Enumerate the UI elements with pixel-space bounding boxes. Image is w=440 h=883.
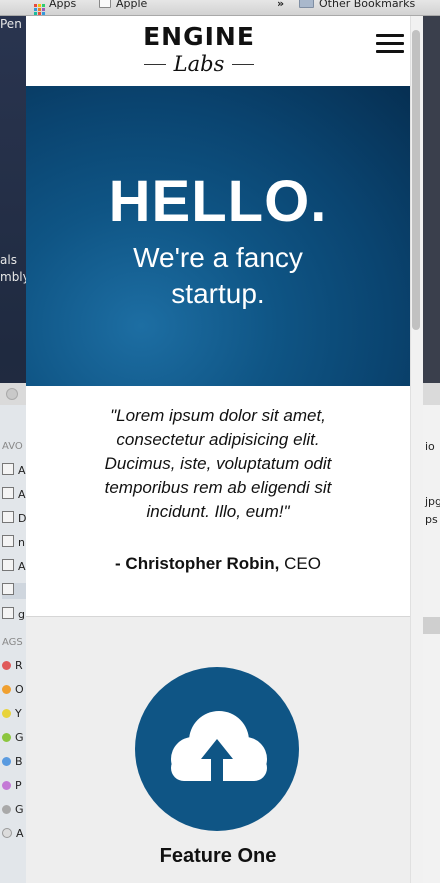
document-icon bbox=[2, 583, 14, 595]
bookmarks-overflow-button[interactable]: » bbox=[277, 0, 284, 10]
sidebar-item[interactable]: D bbox=[2, 511, 26, 525]
sidebar-item[interactable]: g bbox=[2, 607, 25, 621]
hero-title: HELLO. bbox=[108, 169, 328, 234]
file-name-fragment[interactable]: jpg bbox=[425, 495, 440, 508]
feature-title: Feature One bbox=[159, 845, 277, 867]
folder-icon bbox=[2, 463, 14, 475]
sidebar-item[interactable]: A bbox=[2, 559, 26, 573]
scrollbar-thumb[interactable] bbox=[412, 30, 420, 330]
logo-rule bbox=[232, 64, 254, 65]
testimonial-section: "Lorem ipsum dolor sit amet, consectetur… bbox=[26, 386, 410, 617]
bookmark-apps-label: Apps bbox=[49, 0, 77, 10]
tag-dot-icon bbox=[2, 805, 11, 814]
finder-sidebar: AVO A A D n A g AGS R O Y G B P G A bbox=[0, 405, 26, 883]
logo-script-row: Labs bbox=[138, 51, 260, 77]
quote-line: Ducimus, iste, voluptatum odit bbox=[104, 454, 332, 473]
browser-viewport: ENGINE Labs HELLO. We're a fancy startup… bbox=[26, 16, 410, 883]
testimonial-quote: "Lorem ipsum dolor sit amet, consectetur… bbox=[76, 404, 360, 524]
logo-rule bbox=[144, 64, 166, 65]
bookmark-apple[interactable]: Apple bbox=[99, 0, 147, 10]
quote-line: consectetur adipisicing elit. bbox=[116, 430, 320, 449]
site-header: ENGINE Labs bbox=[26, 16, 410, 86]
hero-subtitle: We're a fancy startup. bbox=[26, 240, 410, 312]
file-name-fragment[interactable]: io bbox=[425, 440, 435, 453]
testimonial-author: - Christopher Robin, CEO bbox=[26, 554, 410, 574]
tag-item[interactable]: A bbox=[2, 827, 24, 840]
logo-wordmark: ENGINE bbox=[143, 22, 255, 51]
site-logo[interactable]: ENGINE Labs bbox=[138, 24, 260, 80]
window-close-icon[interactable] bbox=[6, 388, 18, 400]
folder-icon bbox=[2, 607, 14, 619]
tag-dot-icon bbox=[2, 733, 11, 742]
quote-line: temporibus rem ab eligendi sit bbox=[104, 478, 332, 497]
tag-item[interactable]: Y bbox=[2, 707, 22, 720]
tag-item[interactable]: O bbox=[2, 683, 24, 696]
cloud-upload-icon bbox=[171, 711, 267, 785]
feature-icon-circle bbox=[135, 667, 299, 831]
tag-dot-icon bbox=[2, 781, 11, 790]
tag-item[interactable]: B bbox=[2, 755, 23, 768]
author-title: CEO bbox=[284, 554, 321, 573]
quote-line: "Lorem ipsum dolor sit amet, bbox=[110, 406, 326, 425]
file-name-fragment[interactable]: ps bbox=[425, 513, 438, 526]
apps-grid-icon bbox=[34, 4, 45, 15]
hero-subtitle-line: We're a fancy bbox=[133, 242, 303, 273]
tag-item[interactable]: G bbox=[2, 803, 24, 816]
tag-item[interactable]: P bbox=[2, 779, 22, 792]
sidebar-heading-tags: AGS bbox=[2, 637, 23, 648]
author-name: - Christopher Robin, bbox=[115, 554, 280, 573]
folder-icon bbox=[2, 487, 14, 499]
tag-dot-icon bbox=[2, 757, 11, 766]
finder-file-list: io jpg ps bbox=[422, 405, 440, 883]
tag-item[interactable]: R bbox=[2, 659, 23, 672]
desktop-text-fragment: Pen bbox=[0, 17, 22, 31]
page-icon bbox=[99, 0, 111, 8]
tag-dot-icon bbox=[2, 709, 11, 718]
sidebar-heading-favorites: AVO bbox=[2, 441, 23, 452]
sidebar-item[interactable]: A bbox=[2, 463, 26, 477]
folder-icon bbox=[2, 511, 14, 523]
folder-icon bbox=[2, 559, 14, 571]
sidebar-item-selected[interactable] bbox=[2, 583, 26, 599]
hero-section: HELLO. We're a fancy startup. bbox=[26, 86, 410, 386]
hero-subtitle-line: startup. bbox=[171, 278, 265, 309]
features-section: Feature One bbox=[26, 617, 410, 883]
quote-line: incidunt. Illo, eum!" bbox=[146, 502, 290, 521]
hamburger-icon[interactable] bbox=[376, 34, 404, 54]
bookmark-apps[interactable]: Apps bbox=[34, 0, 76, 15]
sidebar-item[interactable]: n bbox=[2, 535, 25, 549]
bookmarks-bar: Apps Apple » Other Bookmarks bbox=[0, 0, 440, 16]
home-icon bbox=[2, 535, 14, 547]
tag-dot-icon bbox=[2, 685, 11, 694]
tag-dot-icon bbox=[2, 828, 12, 838]
bookmark-other[interactable]: Other Bookmarks bbox=[299, 0, 415, 10]
selected-row[interactable] bbox=[422, 617, 440, 634]
tag-dot-icon bbox=[2, 661, 11, 670]
logo-script: Labs bbox=[173, 52, 225, 76]
sidebar-item[interactable]: A bbox=[2, 487, 26, 501]
bookmark-other-label: Other Bookmarks bbox=[319, 0, 416, 10]
folder-icon bbox=[299, 0, 314, 8]
desktop-text-fragment: als bbox=[0, 253, 17, 267]
bookmark-apple-label: Apple bbox=[116, 0, 148, 10]
tag-item[interactable]: G bbox=[2, 731, 24, 744]
